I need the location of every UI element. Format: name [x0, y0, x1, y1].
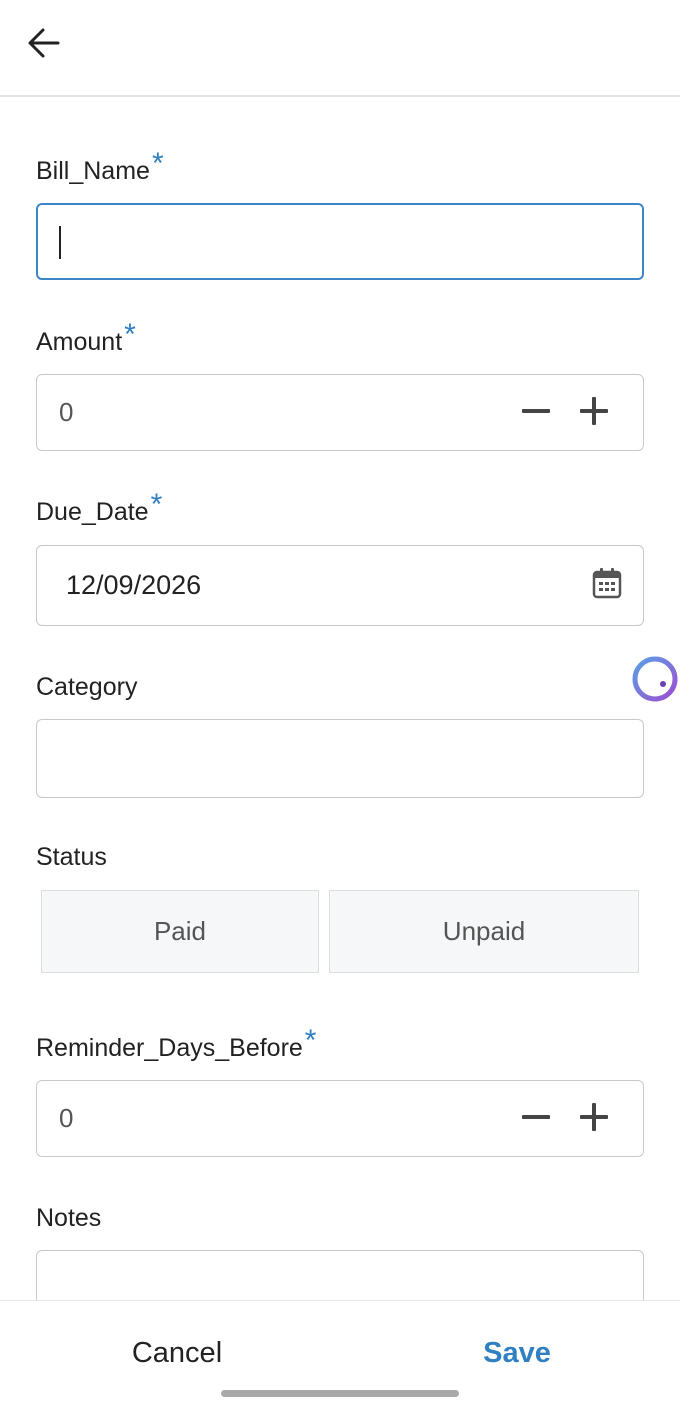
home-indicator[interactable]: [221, 1390, 459, 1397]
assistant-bubble-icon: [631, 656, 680, 708]
add-bill-screen: Bill_Name* Amount* 0 Due_Date* 12/09/202…: [0, 0, 680, 1406]
arrow-left-icon: [26, 25, 62, 66]
date-picker-button[interactable]: [591, 567, 623, 604]
minus-icon: [520, 1101, 552, 1138]
required-mark: *: [150, 488, 163, 521]
notes-label-text: Notes: [36, 1204, 102, 1232]
notes-input[interactable]: [36, 1250, 644, 1300]
due-date-label-text: Due_Date: [36, 498, 149, 526]
plus-icon: [578, 395, 610, 432]
category-label-text: Category: [36, 673, 138, 701]
due-date-label: Due_Date*: [36, 490, 162, 527]
bill-name-input[interactable]: [36, 203, 644, 280]
status-label-text: Status: [36, 843, 107, 871]
amount-label-text: Amount: [36, 328, 123, 356]
required-mark: *: [124, 318, 136, 351]
app-header: [0, 0, 680, 97]
status-option-unpaid[interactable]: Unpaid: [329, 890, 639, 973]
status-option-label: Paid: [153, 916, 207, 946]
reminder-days-label-text: Reminder_Days_Before: [36, 1034, 303, 1062]
action-footer: Cancel Save: [0, 1300, 680, 1406]
reminder-days-stepper[interactable]: 0: [36, 1080, 644, 1157]
reminder-days-value: 0: [59, 1103, 74, 1133]
required-mark: *: [151, 147, 164, 180]
category-label: Category: [36, 672, 137, 702]
amount-decrement-button[interactable]: [516, 393, 556, 433]
notes-label: Notes: [36, 1203, 101, 1233]
calendar-icon: [592, 567, 622, 604]
bill-name-label: Bill_Name*: [36, 149, 164, 186]
plus-icon: [578, 1101, 610, 1138]
reminder-days-label: Reminder_Days_Before*: [36, 1026, 316, 1063]
amount-stepper[interactable]: 0: [36, 374, 644, 451]
amount-label: Amount*: [36, 320, 136, 357]
category-input[interactable]: [36, 719, 644, 798]
status-option-label: Unpaid: [442, 916, 526, 946]
amount-value: 0: [59, 397, 74, 427]
back-button[interactable]: [16, 20, 72, 70]
due-date-field[interactable]: 12/09/2026: [36, 545, 644, 626]
required-mark: *: [304, 1024, 317, 1057]
reminder-days-decrement-button[interactable]: [516, 1099, 556, 1139]
amount-increment-button[interactable]: [574, 393, 614, 433]
floating-assistant-button[interactable]: [631, 654, 680, 704]
reminder-days-increment-button[interactable]: [574, 1099, 614, 1139]
bill-name-label-text: Bill_Name: [36, 157, 150, 185]
cancel-button[interactable]: Cancel: [77, 1331, 277, 1375]
text-cursor: [59, 226, 61, 259]
status-option-paid[interactable]: Paid: [41, 890, 319, 973]
save-button[interactable]: Save: [417, 1331, 617, 1375]
bill-form: Bill_Name* Amount* 0 Due_Date* 12/09/202…: [0, 97, 680, 1300]
minus-icon: [520, 395, 552, 432]
due-date-value: 12/09/2026: [66, 570, 202, 600]
status-label: Status: [36, 842, 107, 872]
